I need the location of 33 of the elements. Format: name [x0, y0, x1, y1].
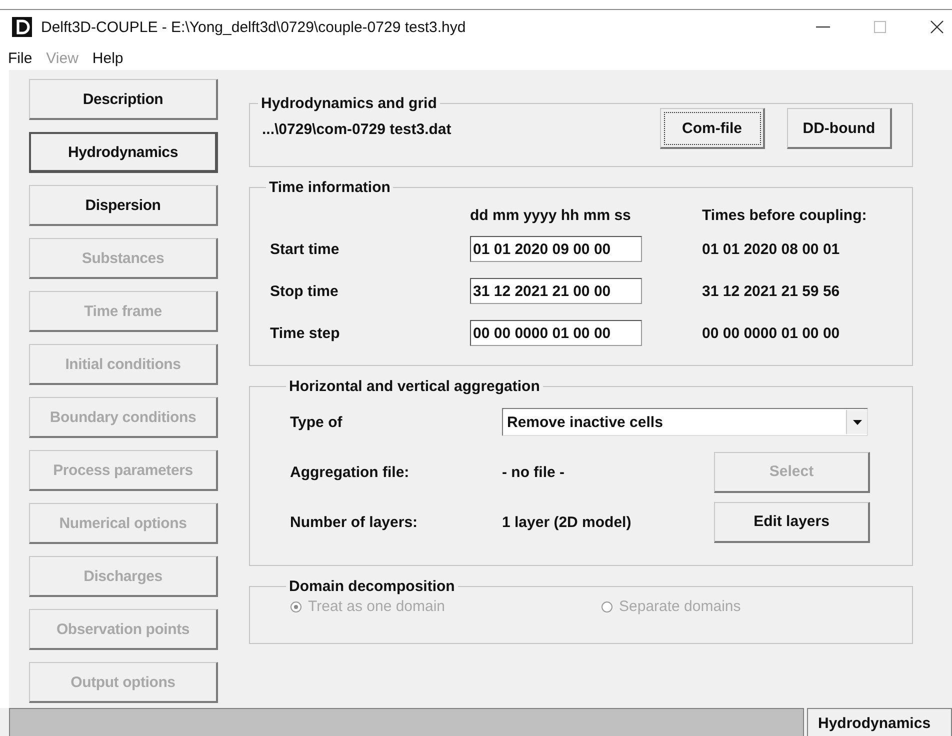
file-button[interactable]: Com-file [660, 108, 765, 149]
field-label: Time step [270, 324, 341, 342]
time-value: 00 00 0000 01 00 00 [702, 324, 841, 342]
edit-layers-button[interactable]: Edit layers [714, 502, 870, 542]
file-button[interactable]: DD-bound [787, 108, 892, 149]
nav-button[interactable]: Dispersion [29, 185, 218, 226]
group-title: Time information [268, 179, 392, 196]
aggregation-dropdown[interactable]: Remove inactive cells [502, 408, 868, 436]
field-label: Aggregation file: [290, 464, 410, 480]
field-label: Stop time [270, 282, 340, 300]
time-value: 31 12 2021 21 59 56 [702, 282, 841, 300]
nav-button[interactable]: Description [29, 79, 218, 120]
time-field[interactable]: 31 12 2021 21 00 00 [470, 278, 642, 304]
window-title: Delft3D-COUPLE - E:\Yong_delft3d\0729\couple-0729 test3.hyd [41, 18, 466, 36]
close-icon[interactable] [930, 20, 944, 34]
file-path: ...\0729\com-0729 test3.dat [262, 121, 452, 138]
time-value: 01 01 2020 08 00 01 [702, 240, 841, 258]
field-label: Number of layers: [290, 514, 419, 530]
time-field[interactable]: 00 00 0000 01 00 00 [470, 320, 642, 346]
menu-item[interactable]: Help [92, 50, 124, 66]
nav-button[interactable]: Hydrodynamics [29, 132, 218, 173]
group-title: Hydrodynamics and grid [260, 95, 438, 112]
app-logo-icon [12, 17, 32, 37]
field-value: - no file - [502, 464, 566, 480]
field-label: Type of [290, 414, 344, 430]
field-label: Start time [270, 240, 340, 258]
format-label: dd mm yyyy hh mm ss [470, 206, 632, 224]
time-field[interactable]: 01 01 2020 09 00 00 [470, 236, 642, 262]
group-title: Domain decomposition [288, 578, 456, 595]
group-title: Horizontal and vertical aggregation [288, 378, 541, 395]
status-section: Hydrodynamics [807, 708, 952, 736]
menu-item[interactable]: File [8, 50, 32, 66]
field-value: 1 layer (2D model) [502, 514, 632, 530]
